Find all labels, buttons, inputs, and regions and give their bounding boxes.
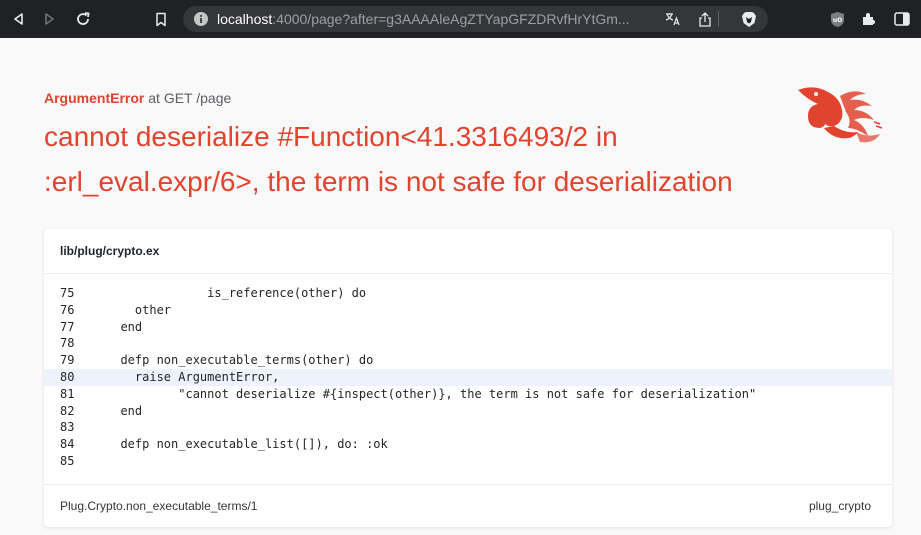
line-source: defp non_executable_list([]), do: :ok [106, 437, 388, 452]
address-bar[interactable]: localhost:4000/page?after=g3AAAAleAgZTYa… [183, 6, 768, 32]
line-number: 83 [60, 420, 75, 435]
line-source: end [106, 403, 143, 418]
line-source: "cannot deserialize #{inspect(other)}, t… [106, 386, 757, 401]
stack-app: plug_crypto [808, 499, 871, 513]
extensions-icon[interactable] [858, 0, 880, 38]
translate-icon[interactable] [661, 0, 685, 38]
line-number: 85 [60, 453, 75, 468]
line-number: 75 [60, 286, 75, 300]
line-source: end [106, 319, 143, 334]
share-icon[interactable] [693, 0, 717, 38]
code-line: 80 raise ArgumentError, [44, 368, 892, 386]
line-number: 79 [60, 353, 75, 368]
card-footer: Plug.Crypto.non_executable_terms/1 plug_… [44, 484, 892, 527]
line-number: 76 [60, 302, 75, 317]
forward-icon[interactable] [38, 0, 60, 38]
stack-function[interactable]: Plug.Crypto.non_executable_terms/1 [60, 485, 257, 528]
info-icon[interactable] [193, 11, 209, 27]
line-source: other [106, 302, 172, 317]
line-number: 77 [60, 319, 75, 334]
reload-icon[interactable] [72, 0, 94, 38]
brave-shield-icon[interactable] [737, 0, 761, 38]
code-line: 78 [44, 335, 892, 352]
phoenix-logo [794, 82, 894, 159]
error-message: cannot deserialize #Function<41.3316493/… [44, 121, 733, 197]
error-type: ArgumentError [44, 90, 145, 106]
code-line: 77 end [44, 319, 892, 336]
url-path: :4000/page?after=g3AAAAleAgZTYapGFZDRvfH… [272, 11, 630, 27]
code-line: 75 is_reference(other) do [44, 285, 892, 302]
back-icon[interactable] [8, 0, 30, 38]
ublock-icon[interactable]: uO [826, 0, 848, 38]
code-snippet: 75 is_reference(other) do 76 other 77 end 7… [44, 285, 892, 470]
code-card: lib/plug/crypto.ex 75 is_reference(other… [44, 229, 892, 527]
sidebar-icon[interactable] [891, 0, 913, 38]
code-line: 83 [44, 419, 892, 436]
code-line: 84 defp non_executable_list([]), do: :ok [44, 436, 892, 453]
svg-text:uO: uO [832, 17, 841, 24]
source-file-path[interactable]: lib/plug/crypto.ex [44, 229, 892, 274]
line-source: is_reference(other) do [106, 286, 367, 300]
code-line: 79 defp non_executable_terms(other) do [44, 352, 892, 369]
line-number: 82 [60, 403, 75, 418]
error-location: at GET /page [148, 90, 232, 106]
code-line: 82 end [44, 403, 892, 420]
line-number: 84 [60, 437, 75, 452]
url-text[interactable]: localhost:4000/page?after=g3AAAAleAgZTYa… [217, 6, 647, 32]
line-number: 81 [60, 386, 75, 401]
code-line: 85 [44, 453, 892, 470]
url-divider [718, 11, 719, 27]
code-line: 81 "cannot deserialize #{inspect(other)}… [44, 386, 892, 403]
line-source: raise ArgumentError, [106, 369, 280, 384]
bookmark-icon[interactable] [151, 0, 171, 38]
line-number: 78 [60, 336, 75, 351]
line-number: 80 [60, 369, 75, 384]
url-host: localhost [217, 11, 273, 27]
line-source: defp non_executable_terms(other) do [106, 353, 374, 368]
code-line: 76 other [44, 302, 892, 319]
error-header: ArgumentError at GET /page [44, 90, 231, 106]
browser-toolbar: localhost:4000/page?after=g3AAAAleAgZTYa… [0, 0, 921, 38]
